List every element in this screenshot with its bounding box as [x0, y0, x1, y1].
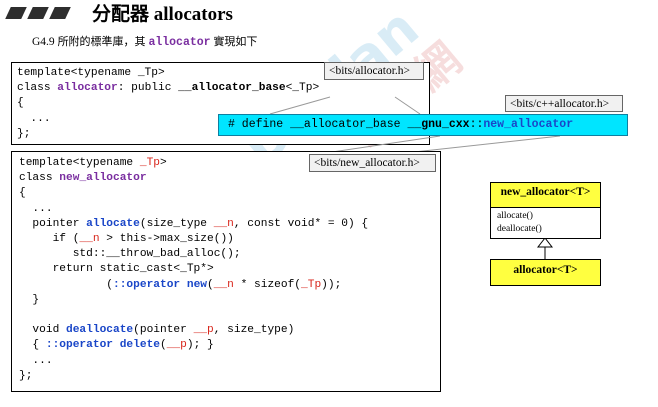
title-cjk: 分配器	[92, 3, 150, 25]
code-line: std::__throw_bad_alloc();	[19, 248, 241, 261]
code-line: { ::operator delete(__p); }	[19, 339, 214, 352]
code-line: pointer allocate(size_type __n, const vo…	[19, 217, 369, 230]
code-line: ...	[19, 354, 53, 367]
figure-number: G4.9	[32, 36, 55, 48]
subtitle-text-after: 實現如下	[213, 35, 258, 48]
code-line: {	[17, 97, 24, 110]
code-line: template<typename _Tp>	[19, 157, 167, 169]
subtitle: G4.9 所附的標準庫，其 allocator 實現如下	[32, 34, 257, 51]
title-latin: allocators	[153, 4, 233, 25]
uml-op-allocate: allocate()	[497, 211, 533, 221]
heading-mark-2	[27, 7, 49, 19]
uml-op-deallocate: deallocate()	[497, 223, 542, 234]
code-line: ...	[19, 202, 53, 215]
subtitle-text-before: 所附的標準庫，其	[57, 35, 146, 48]
code-new-allocator: template<typename _Tp> class new_allocat…	[19, 156, 368, 384]
uml-generalization-arrow	[536, 237, 554, 248]
code-line: ...	[17, 112, 51, 125]
heading-mark-3	[49, 7, 71, 19]
code-line: {	[19, 187, 26, 200]
heading-mark-1	[5, 7, 27, 19]
code-line: void deallocate(pointer __p, size_type)	[19, 324, 295, 337]
code-line: };	[19, 369, 33, 382]
define-line: # define __allocator_base __gnu_cxx::new…	[228, 118, 574, 131]
uml-class-new-allocator-title: new_allocator<T>	[500, 186, 591, 198]
tag-cpp-allocator-h: <bits/c++allocator.h>	[505, 95, 623, 112]
tag-allocator-h: <bits/allocator.h>	[324, 62, 424, 80]
code-line: class new_allocator	[19, 172, 147, 185]
code-line: }	[19, 293, 40, 306]
page-title: 分配器 allocators	[92, 2, 233, 27]
uml-class-allocator-title: allocator<T>	[513, 264, 578, 276]
code-line: return static_cast<_Tp*>	[19, 263, 214, 276]
code-line: template<typename _Tp>	[17, 67, 165, 79]
subtitle-code: allocator	[148, 36, 211, 49]
code-line: };	[17, 127, 31, 140]
define-box: # define __allocator_base __gnu_cxx::new…	[218, 114, 628, 136]
uml-operations: allocate() deallocate()	[497, 210, 542, 235]
code-line: (::operator new(__n * sizeof(_Tp));	[19, 278, 342, 291]
code-line: if (__n > this->max_size())	[19, 233, 234, 246]
code-line: class allocator: public __allocator_base…	[17, 82, 320, 95]
